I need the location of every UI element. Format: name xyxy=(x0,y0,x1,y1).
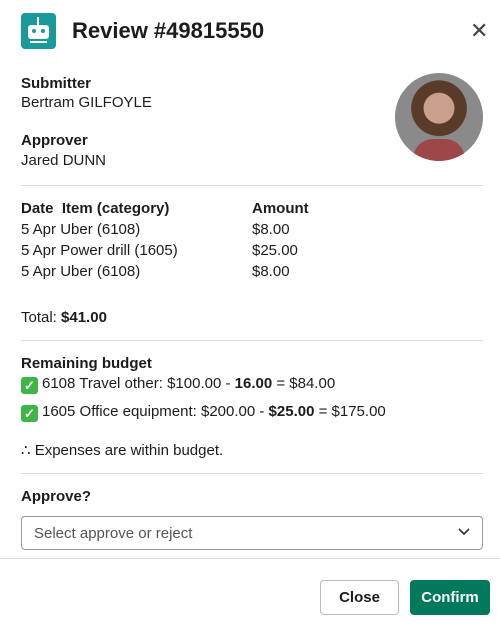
row-item: 5 Apr Uber (6108) xyxy=(21,221,141,238)
select-placeholder: Select approve or reject xyxy=(34,525,193,542)
total-value: $41.00 xyxy=(61,309,107,326)
footer-divider xyxy=(0,558,500,559)
row-amount: $8.00 xyxy=(252,221,290,238)
approve-label: Approve? xyxy=(21,488,92,505)
check-icon: ✓ xyxy=(21,405,38,422)
table-header-item: Date Item (category) xyxy=(21,200,170,217)
budget-item: ✓ 1605 Office equipment: $200.00 - $25.00… xyxy=(21,403,386,422)
chevron-down-icon xyxy=(458,524,470,543)
budget-spent: 16.00 xyxy=(234,375,273,392)
divider xyxy=(21,473,483,474)
total-label: Total: xyxy=(21,309,62,326)
submitter-label: Submitter xyxy=(21,75,92,92)
modal-title: Review #49815550 xyxy=(72,18,265,43)
budget-spent: $25.00 xyxy=(268,403,315,420)
table-row: 5 Apr Power drill (1605) $25.00 xyxy=(21,242,298,259)
avatar xyxy=(395,73,483,161)
submitter-name: Bertram GILFOYLE xyxy=(21,94,152,111)
budget-conclusion: ∴ Expenses are within budget. xyxy=(21,442,224,459)
confirm-button[interactable]: Confirm xyxy=(410,580,490,615)
row-amount: $25.00 xyxy=(252,242,298,259)
check-icon: ✓ xyxy=(21,377,38,394)
budget-remaining: = $84.00 xyxy=(272,375,336,392)
approver-label: Approver xyxy=(21,132,88,149)
table-row: 5 Apr Uber (6108) $8.00 xyxy=(21,263,290,280)
approver-name: Jared DUNN xyxy=(21,152,107,169)
close-icon[interactable]: ✕ xyxy=(470,18,488,44)
budget-text: 1605 Office equipment: $200.00 - xyxy=(42,403,269,420)
budget-text: 6108 Travel other: $100.00 - xyxy=(42,375,235,392)
row-item: 5 Apr Uber (6108) xyxy=(21,263,141,280)
approve-select[interactable]: Select approve or reject xyxy=(21,516,483,550)
close-button[interactable]: Close xyxy=(320,580,399,615)
divider xyxy=(21,185,483,186)
budget-label: Remaining budget xyxy=(21,355,152,372)
robot-icon xyxy=(21,13,56,49)
budget-remaining: = $175.00 xyxy=(314,403,386,420)
row-amount: $8.00 xyxy=(252,263,290,280)
row-item: 5 Apr Power drill (1605) xyxy=(21,242,178,259)
budget-item: ✓ 6108 Travel other: $100.00 - 16.00 = $8… xyxy=(21,375,335,394)
table-header-amount: Amount xyxy=(252,200,309,217)
divider xyxy=(21,340,483,341)
total: Total: $41.00 xyxy=(21,309,107,326)
table-row: 5 Apr Uber (6108) $8.00 xyxy=(21,221,290,238)
